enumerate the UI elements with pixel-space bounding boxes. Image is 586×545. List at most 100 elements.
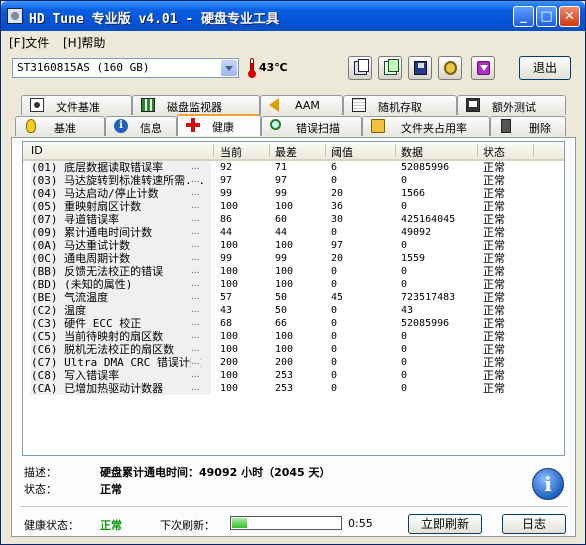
table-row[interactable]: (C2) 温度 43 50 0 43 正常... (23, 304, 564, 317)
cell-data: 0 (401, 331, 408, 342)
cell-data: 52085996 (401, 162, 450, 173)
table-row[interactable]: (0A) 马达重试计数 100 100 97 0 正常... (23, 239, 564, 252)
cell-current: 100 (220, 370, 239, 381)
cell-data: 0 (401, 266, 408, 277)
table-row[interactable]: (04) 马达启动/停止计数 99 99 20 1566 正常... (23, 187, 564, 200)
column-divider[interactable] (269, 144, 270, 157)
cell-id: (04) 马达启动/停止计数 (31, 187, 211, 200)
health-panel: ID 当前 最差 阈值 数据 状态 (01) 底层数据读取错误率 92 71 6 520… (11, 137, 576, 537)
cell-current: 44 (220, 227, 233, 238)
menu-help[interactable]: [H]帮助 (63, 34, 105, 51)
cell-id: (09) 累计通电时间计数 (31, 226, 211, 239)
column-divider[interactable] (395, 144, 396, 157)
cell-id: (C5) 当前待映射的扇区数 (31, 330, 211, 343)
cell-threshold: 30 (331, 214, 344, 225)
menu-file[interactable]: [F]文件 (9, 34, 49, 51)
table-row[interactable]: (07) 寻道错误率 86 60 30 425164045 正常... (23, 213, 564, 226)
column-header-status[interactable]: 状态 (483, 144, 505, 160)
download-button[interactable] (471, 56, 495, 80)
cell-status: 正常 (483, 226, 505, 239)
table-row[interactable]: (09) 累计通电时间计数 44 44 0 49092 正常... (23, 226, 564, 239)
table-row[interactable]: (03) 马达旋转到标准转速所需... 97 97 0 0 正常... (23, 174, 564, 187)
description-value: 硬盘累计通电时间：49092 小时（2045 天） (100, 466, 331, 479)
close-button[interactable]: ✕ (559, 6, 580, 27)
options-button[interactable] (438, 56, 462, 80)
column-header-id[interactable]: ID (31, 144, 43, 157)
thermometer-icon (247, 58, 257, 78)
minimize-button[interactable]: _ (513, 6, 534, 27)
log-button[interactable]: 日志 (502, 514, 566, 534)
table-row[interactable]: (C3) 硬件 ECC 校正 68 66 0 52085996 正常... (23, 317, 564, 330)
tab-benchmark[interactable]: 基准 (15, 116, 105, 136)
column-divider[interactable] (533, 144, 534, 157)
ellipsis-marker: ... (191, 382, 200, 395)
column-header-data[interactable]: 数据 (401, 144, 423, 160)
tab-aam[interactable]: AAM (260, 95, 343, 115)
table-row[interactable]: (BE) 气流温度 57 50 45 723517483 正常... (23, 291, 564, 304)
tab-info[interactable]: i 信息 (105, 116, 177, 136)
table-row[interactable]: (C6) 脱机无法校正的扇区数 100 100 0 0 正常... (23, 343, 564, 356)
maximize-button[interactable]: □ (536, 6, 557, 27)
ellipsis-marker: ... (191, 265, 200, 278)
save-button[interactable] (408, 56, 432, 80)
tab-extra-tests[interactable]: 额外测试 (457, 95, 566, 115)
cell-current: 92 (220, 162, 233, 173)
tab-folder-usage[interactable]: 文件夹占用率 (362, 116, 490, 136)
table-row[interactable]: (05) 重映射扇区计数 100 100 36 0 正常... (23, 200, 564, 213)
ellipsis-marker: ... (191, 239, 200, 252)
chevron-down-icon[interactable] (221, 60, 237, 76)
info-icon[interactable]: i (532, 468, 564, 500)
next-refresh-progress (230, 516, 342, 530)
copy-screenshot-button[interactable] (378, 56, 402, 80)
copy-text-button[interactable] (348, 56, 372, 80)
cell-data: 1559 (401, 253, 426, 264)
table-row[interactable]: (C8) 写入错误率 100 253 0 0 正常... (23, 369, 564, 382)
cell-threshold: 0 (331, 175, 338, 186)
table-row[interactable]: (01) 底层数据读取错误率 92 71 6 52085996 正常... (23, 161, 564, 174)
column-divider[interactable] (213, 144, 214, 157)
cell-worst: 100 (275, 331, 294, 342)
table-row[interactable]: (C5) 当前待映射的扇区数 100 100 0 0 正常... (23, 330, 564, 343)
cell-worst: 253 (275, 370, 294, 381)
tab-error-scan[interactable]: 错误扫描 (261, 116, 362, 136)
ellipsis-marker: ... (191, 304, 200, 317)
cell-worst: 100 (275, 201, 294, 212)
tab-file-benchmark[interactable]: 文件基准 (21, 95, 132, 115)
column-divider[interactable] (325, 144, 326, 157)
cell-data: 723517483 (401, 292, 456, 303)
cell-current: 100 (220, 279, 239, 290)
table-row[interactable]: (C7) Ultra DMA CRC 错误计数 200 200 0 0 正常... (23, 356, 564, 369)
smart-attribute-list[interactable]: ID 当前 最差 阈值 数据 状态 (01) 底层数据读取错误率 92 71 6 520… (22, 141, 565, 456)
column-header-worst[interactable]: 最差 (275, 144, 297, 160)
tab-erase[interactable]: 删除 (490, 116, 566, 136)
trash-icon (501, 119, 511, 133)
table-row[interactable]: (BB) 反馈无法校正的错误 100 100 0 0 正常... (23, 265, 564, 278)
cell-data: 0 (401, 175, 408, 186)
cell-id: (BB) 反馈无法校正的错误 (31, 265, 211, 278)
tab-random-access[interactable]: 随机存取 (343, 95, 457, 115)
refresh-now-button[interactable]: 立即刷新 (408, 514, 482, 534)
table-row[interactable]: (BD) (未知的属性) 100 100 0 0 正常... (23, 278, 564, 291)
column-header-current[interactable]: 当前 (220, 144, 242, 160)
cell-current: 57 (220, 292, 233, 303)
file-benchmark-icon (30, 98, 44, 112)
title-bar[interactable]: HD Tune 专业版 v4.01 - 硬盘专业工具 _ □ ✕ (1, 1, 585, 31)
health-status-label: 健康状态： (24, 519, 79, 532)
cell-id: (07) 寻道错误率 (31, 213, 211, 226)
table-row[interactable]: (CA) 已增加热驱动计数器 100 253 0 0 正常... (23, 382, 564, 395)
column-header-threshold[interactable]: 阈值 (331, 144, 353, 160)
ellipsis-marker: ... (191, 291, 200, 304)
drive-select[interactable]: ST3160815AS (160 GB) (12, 58, 239, 78)
cell-worst: 97 (275, 175, 288, 186)
tab-health[interactable]: 健康 (177, 114, 261, 136)
ellipsis-marker: ... (191, 278, 200, 291)
exit-button[interactable]: 退出 (519, 56, 571, 80)
disk-monitor-icon (141, 98, 155, 112)
cell-data: 0 (401, 201, 408, 212)
column-divider[interactable] (477, 144, 478, 157)
table-row[interactable]: (0C) 通电周期计数 99 99 20 1559 正常... (23, 252, 564, 265)
tab-disk-monitor[interactable]: 磁盘监视器 (132, 95, 260, 115)
cell-status: 正常 (483, 213, 505, 226)
toolbar: ST3160815AS (160 GB) 43℃ 退出 (1, 51, 585, 91)
cell-data: 0 (401, 240, 408, 251)
